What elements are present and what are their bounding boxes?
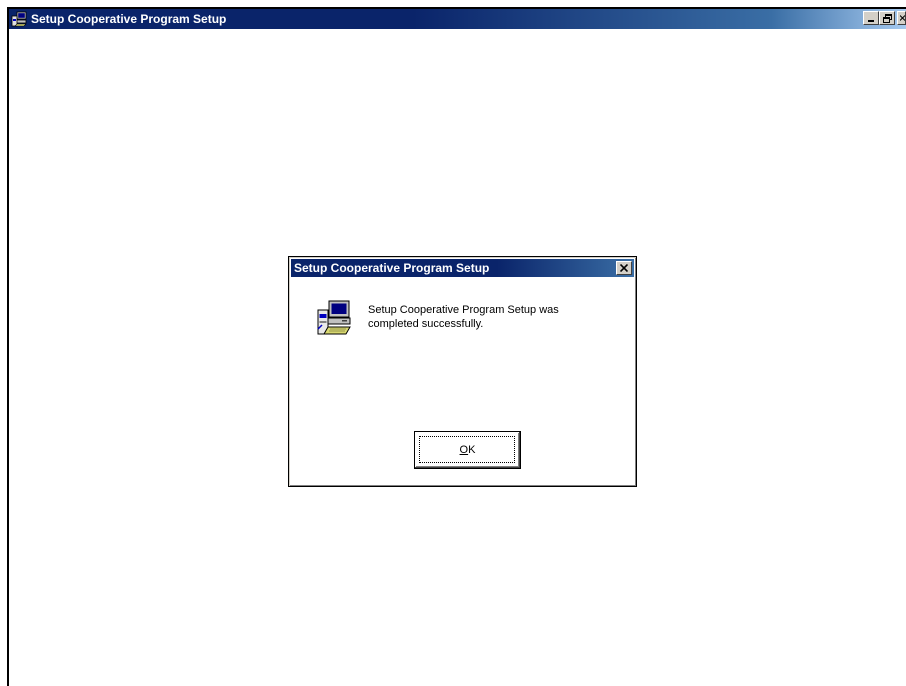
completion-dialog: Setup Cooperative Program Setup Setup Co… (288, 256, 637, 487)
restore-button[interactable] (879, 11, 895, 25)
close-icon (900, 15, 905, 21)
ok-mnemonic: O (459, 444, 469, 456)
close-icon (620, 264, 628, 272)
dialog-titlebar[interactable]: Setup Cooperative Program Setup (291, 259, 634, 277)
minimize-button[interactable] (863, 11, 879, 25)
ok-button-label: OK (460, 444, 476, 456)
dialog-close-button[interactable] (616, 261, 632, 275)
ok-button[interactable]: OK (414, 431, 521, 469)
main-titlebar[interactable]: Setup Cooperative Program Setup (9, 9, 906, 29)
setup-computer-icon (11, 11, 27, 27)
ok-label-rest: K (468, 444, 476, 456)
minimize-icon (868, 20, 874, 22)
restore-icon (882, 13, 892, 23)
close-button[interactable] (897, 11, 906, 25)
dialog-message: Setup Cooperative Program Setup was comp… (368, 304, 559, 330)
window-title: Setup Cooperative Program Setup (31, 12, 227, 26)
title-buttons (863, 11, 906, 25)
dialog-title: Setup Cooperative Program Setup (294, 261, 490, 275)
setup-computer-icon (317, 300, 351, 335)
